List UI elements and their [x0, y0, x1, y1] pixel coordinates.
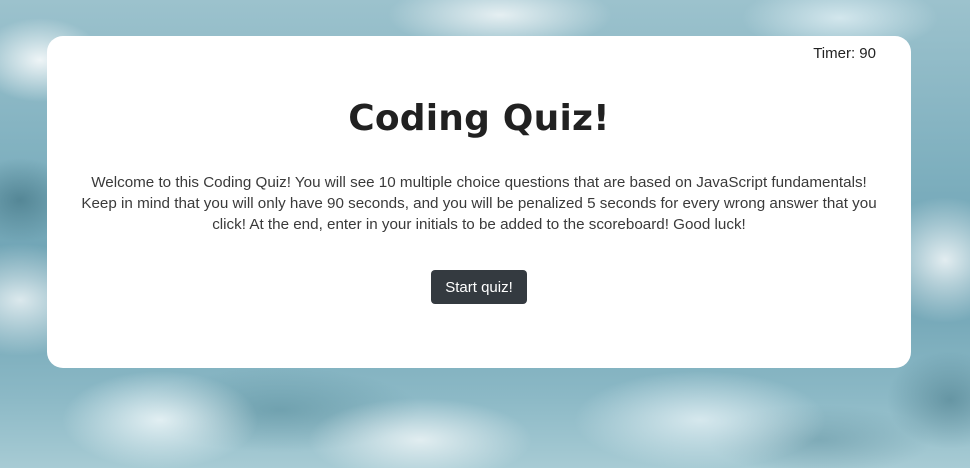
quiz-card: Timer: 90 Coding Quiz! Welcome to this C…	[47, 36, 911, 368]
page-title: Coding Quiz!	[348, 98, 610, 139]
quiz-instructions: Welcome to this Coding Quiz! You will se…	[81, 174, 877, 233]
start-quiz-button[interactable]: Start quiz!	[431, 270, 527, 304]
timer-display: Timer: 90	[813, 45, 876, 62]
